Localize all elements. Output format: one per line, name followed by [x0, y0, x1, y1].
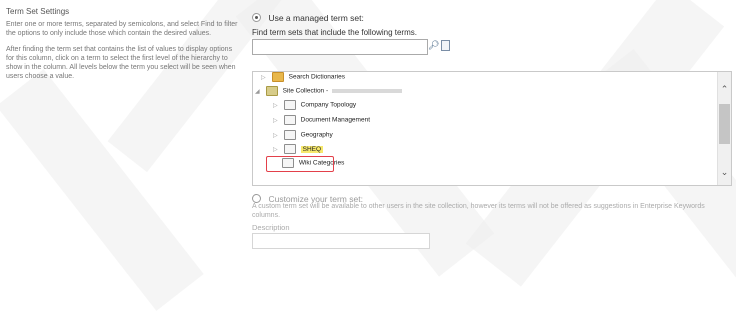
expand-arrow-icon[interactable]: ▷	[261, 74, 267, 81]
scroll-thumb[interactable]	[719, 104, 730, 144]
managed-term-set-option[interactable]: Use a managed term set:	[252, 9, 732, 27]
tree-node-label-selected: SHEQ	[300, 145, 324, 153]
watermark-shape	[0, 69, 204, 311]
section-description: Term Set Settings Enter one or more term…	[6, 7, 238, 87]
callout-highlight-box	[266, 156, 334, 172]
find-instructions: Enter one or more terms, separated by se…	[6, 21, 238, 38]
tree-scrollbar[interactable]: ⌃ ⌄	[717, 72, 731, 185]
select-instructions: After finding the term set that contains…	[6, 45, 236, 81]
scroll-down-icon[interactable]: ⌄	[720, 167, 729, 177]
term-set-icon	[283, 100, 296, 110]
tree-node-label: Document Management	[300, 116, 370, 124]
expand-arrow-icon[interactable]: ▷	[273, 117, 279, 124]
redacted-text	[331, 89, 402, 93]
tree-node-label: Geography	[300, 131, 333, 139]
tree-node-label: Site Collection -	[282, 87, 330, 95]
term-search-input[interactable]	[252, 39, 428, 55]
tree-node-label: Search Dictionaries	[288, 73, 345, 81]
term-search-row: 🔎︎	[252, 39, 732, 55]
expand-arrow-icon[interactable]: ▷	[273, 132, 279, 139]
section-title: Term Set Settings	[6, 7, 70, 16]
term-store-tree[interactable]: ▷ Search Dictionaries ◢ Site Collection …	[252, 71, 732, 186]
expand-arrow-icon[interactable]: ▷	[273, 146, 279, 153]
managed-term-set-radio[interactable]	[252, 13, 261, 23]
tree-node-label: Company Topology	[300, 101, 357, 109]
tree-node-site-collection[interactable]: ◢ Site Collection -	[255, 86, 402, 98]
term-set-icon	[283, 115, 296, 125]
tree-node-search-dictionaries[interactable]: ▷ Search Dictionaries	[261, 72, 345, 84]
folder-icon	[271, 72, 284, 82]
tree-node-geography[interactable]: ▷ Geography	[273, 130, 333, 142]
site-collection-icon	[265, 86, 278, 96]
browse-icon[interactable]	[441, 40, 450, 51]
collapse-arrow-icon[interactable]: ◢	[255, 88, 261, 95]
custom-term-set-note: A custom term set will be available to o…	[252, 203, 705, 219]
managed-term-set-label: Use a managed term set:	[268, 12, 364, 23]
find-hint: Find term sets that include the followin…	[252, 28, 417, 37]
tree-node-sheq[interactable]: ▷ SHEQ	[273, 144, 324, 156]
term-set-settings-panel: Use a managed term set: Find term sets t…	[252, 9, 732, 249]
expand-arrow-icon[interactable]: ▷	[273, 102, 279, 109]
tree-node-company-topology[interactable]: ▷ Company Topology	[273, 100, 356, 112]
term-set-icon	[283, 144, 296, 154]
description-input[interactable]	[252, 233, 430, 249]
scroll-up-icon[interactable]: ⌃	[720, 84, 729, 94]
description-label: Description	[252, 223, 290, 232]
term-set-icon	[283, 130, 296, 140]
find-icon[interactable]: 🔎︎	[428, 40, 439, 51]
tree-node-document-management[interactable]: ▷ Document Management	[273, 115, 370, 127]
